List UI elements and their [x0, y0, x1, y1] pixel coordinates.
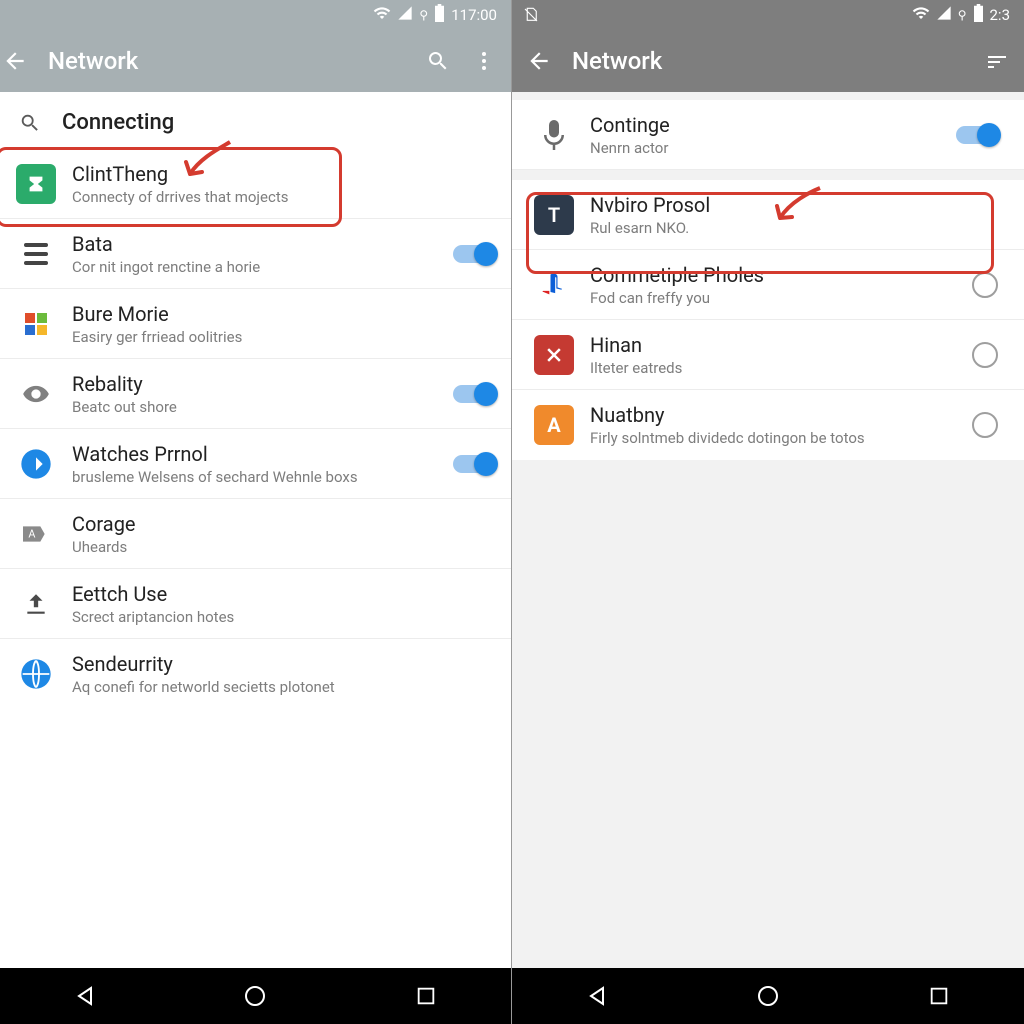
label-icon: A	[16, 514, 56, 554]
radio-button[interactable]	[972, 412, 998, 438]
item-subtitle: Cor nit ingot renctine a horie	[72, 258, 435, 276]
radio-button[interactable]	[972, 342, 998, 368]
item-subtitle: Rul esarn NKO.	[590, 219, 998, 237]
item-title: Continge	[590, 113, 938, 137]
status-bar: ⚲ 117:00	[0, 0, 511, 30]
cell-signal-icon	[397, 5, 413, 25]
status-time: 2:3	[990, 6, 1011, 24]
svg-text:A: A	[28, 527, 35, 540]
playstation-icon	[534, 265, 574, 305]
nav-home-icon[interactable]	[754, 982, 782, 1010]
item-title: Nuatbny	[590, 403, 938, 427]
cell-signal-icon	[936, 5, 952, 25]
toggle-switch[interactable]	[453, 245, 495, 263]
item-subtitle: Fod can freffy you	[590, 289, 938, 307]
list-item-rebality[interactable]: Rebality Beatc out shore	[0, 359, 511, 429]
list-item-eettch[interactable]: Eettch Use Screct ariptancion hotes	[0, 569, 511, 639]
item-subtitle: brusleme Welsens of sechard Wehnle boxs	[72, 468, 435, 486]
no-sim-icon	[522, 6, 540, 24]
item-subtitle: Firly solntmeb dividedc dotingon be toto…	[590, 429, 938, 447]
search-small-icon	[16, 112, 44, 134]
app-icon	[16, 164, 56, 204]
tune-icon[interactable]	[984, 48, 1010, 74]
right-screenshot: ⚲ 2:3 Network Continge Nenrn actor	[512, 0, 1024, 1024]
item-title: Bure Morie	[72, 302, 495, 326]
nav-back-icon[interactable]	[71, 982, 99, 1010]
section-header-text: Connecting	[62, 110, 174, 135]
item-subtitle: Beatc out shore	[72, 398, 435, 416]
globe-icon	[16, 654, 56, 694]
item-title: Rebality	[72, 372, 435, 396]
item-title: Hinan	[590, 333, 938, 357]
status-bar: ⚲ 2:3	[512, 0, 1024, 30]
item-subtitle: Easiry ger frriead oolitries	[72, 328, 495, 346]
misc-status-icon: ⚲	[419, 8, 428, 22]
letter-a-icon: A	[534, 405, 574, 445]
settings-list: Continge Nenrn actor T Nvbiro Prosol Rul…	[512, 92, 1024, 968]
battery-icon	[973, 4, 984, 26]
item-subtitle: Ilteter eatreds	[590, 359, 938, 377]
item-title: Eettch Use	[72, 582, 495, 606]
search-icon[interactable]	[425, 48, 451, 74]
tiles-icon	[16, 304, 56, 344]
nav-home-icon[interactable]	[241, 982, 269, 1010]
toggle-switch[interactable]	[956, 126, 998, 144]
wifi-icon	[912, 4, 930, 26]
item-title: Watches Prrnol	[72, 442, 435, 466]
item-subtitle: Connecty of drrives that mojects	[72, 188, 495, 206]
status-time: 117:00	[451, 6, 497, 24]
upload-icon	[16, 584, 56, 624]
item-subtitle: Aq conefi for networld secietts plotonet	[72, 678, 495, 696]
section-header-connecting: Connecting	[0, 92, 511, 149]
android-navbar	[0, 968, 511, 1024]
toggle-switch[interactable]	[453, 385, 495, 403]
nav-recent-icon[interactable]	[925, 982, 953, 1010]
menu-icon	[16, 234, 56, 274]
item-subtitle: Screct ariptancion hotes	[72, 608, 495, 626]
app-toolbar: Network	[512, 30, 1024, 92]
list-item-corage[interactable]: A Corage Uheards	[0, 499, 511, 569]
item-title: ClintTheng	[72, 162, 495, 186]
arrow-circle-icon	[16, 444, 56, 484]
close-icon	[534, 335, 574, 375]
nav-back-icon[interactable]	[583, 982, 611, 1010]
list-item-watches[interactable]: Watches Prrnol brusleme Welsens of secha…	[0, 429, 511, 499]
item-subtitle: Uheards	[72, 538, 495, 556]
list-item-hinan[interactable]: Hinan Ilteter eatreds	[512, 320, 1024, 390]
misc-status-icon: ⚲	[958, 8, 967, 22]
app-toolbar: Network	[0, 30, 511, 92]
settings-list: Connecting ClintTheng Connecty of drrive…	[0, 92, 511, 968]
battery-icon	[434, 4, 445, 26]
item-title: Nvbiro Prosol	[590, 193, 998, 217]
item-title: Sendeurrity	[72, 652, 495, 676]
list-item-sendeurrity[interactable]: Sendeurrity Aq conefi for networld secie…	[0, 639, 511, 709]
radio-button[interactable]	[972, 272, 998, 298]
item-title: Commetiple Pholes	[590, 263, 938, 287]
left-screenshot: ⚲ 117:00 Network Connecting	[0, 0, 512, 1024]
eye-icon	[16, 374, 56, 414]
list-item-nvbiro[interactable]: T Nvbiro Prosol Rul esarn NKO.	[512, 180, 1024, 250]
item-subtitle: Nenrn actor	[590, 139, 938, 157]
nav-recent-icon[interactable]	[412, 982, 440, 1010]
microphone-icon	[534, 115, 574, 155]
page-title: Network	[572, 47, 964, 75]
list-item-nuatbny[interactable]: A Nuatbny Firly solntmeb dividedc doting…	[512, 390, 1024, 460]
page-title: Network	[48, 47, 405, 75]
wifi-icon	[373, 4, 391, 26]
list-item-bure-morie[interactable]: Bure Morie Easiry ger frriead oolitries	[0, 289, 511, 359]
list-item-clinttheng[interactable]: ClintTheng Connecty of drrives that moje…	[0, 149, 511, 219]
item-title: Bata	[72, 232, 435, 256]
list-item-commetiple[interactable]: Commetiple Pholes Fod can freffy you	[512, 250, 1024, 320]
app-icon: T	[534, 195, 574, 235]
back-icon[interactable]	[2, 48, 28, 74]
list-item-bata[interactable]: Bata Cor nit ingot renctine a horie	[0, 219, 511, 289]
back-icon[interactable]	[526, 48, 552, 74]
list-item-continge[interactable]: Continge Nenrn actor	[512, 100, 1024, 170]
overflow-menu-icon[interactable]	[471, 48, 497, 74]
android-navbar	[512, 968, 1024, 1024]
toggle-switch[interactable]	[453, 455, 495, 473]
item-title: Corage	[72, 512, 495, 536]
